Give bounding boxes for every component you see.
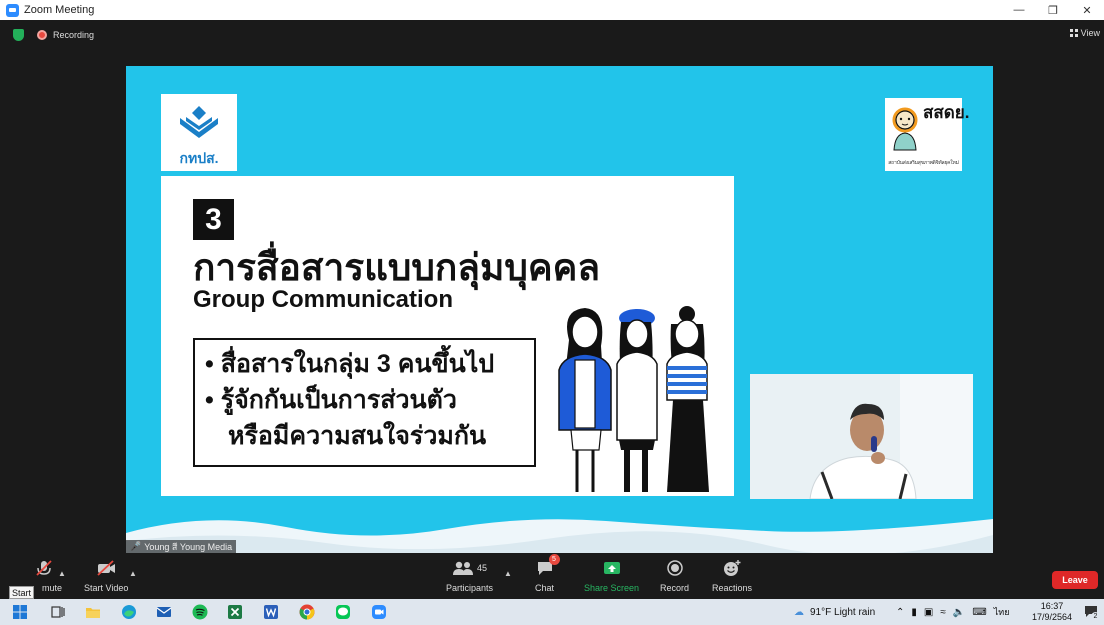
excel-icon[interactable]: [227, 604, 243, 620]
view-button[interactable]: View: [1069, 28, 1100, 38]
video-options-caret-icon[interactable]: ▲: [129, 569, 137, 578]
unmute-label: mute: [42, 583, 63, 593]
content-card: 3 การสื่อสารแบบกลุ่มบุคคล Group Communic…: [161, 176, 734, 496]
meeting-top-strip: [0, 20, 1104, 48]
participant-name-tag: 🎤 Young สี Young Media: [126, 540, 237, 553]
speaker-video-thumbnail[interactable]: [750, 374, 973, 499]
start-video-label: Start Video: [84, 583, 129, 593]
reactions-button[interactable]: Reactions: [712, 557, 752, 599]
org-logo-mark-icon: [180, 106, 218, 138]
zoom-taskbar-icon[interactable]: [371, 604, 387, 620]
chat-label: Chat: [535, 583, 555, 593]
notifications-button[interactable]: 2: [1084, 605, 1100, 621]
participant-name: Young สี Young Media: [144, 541, 233, 552]
keyboard-icon[interactable]: ⌨: [972, 607, 986, 618]
reactions-smiley-icon: [724, 560, 741, 576]
edge-browser-icon[interactable]: [121, 604, 137, 620]
grid-view-icon: [1069, 29, 1078, 37]
video-off-icon: [97, 560, 116, 576]
clock-date: 17/9/2564: [1031, 612, 1072, 622]
task-view-icon[interactable]: [50, 604, 66, 620]
word-icon[interactable]: [263, 604, 279, 620]
audio-options-caret-icon[interactable]: ▲: [58, 569, 66, 578]
window-controls: — ❐ ✕: [1002, 0, 1104, 20]
mail-icon[interactable]: [156, 604, 172, 620]
slide-title-english: Group Communication: [193, 286, 453, 313]
share-screen-label: Share Screen: [584, 583, 640, 593]
volume-icon[interactable]: 🔈: [953, 607, 965, 618]
show-hidden-icons-chevron-icon[interactable]: ⌃: [896, 607, 904, 618]
participants-count: 45: [477, 563, 488, 573]
participants-icon: [453, 561, 473, 575]
participants-button[interactable]: 45 Participants: [446, 557, 493, 599]
zoom-meeting-window: Zoom Meeting — ❐ ✕ Recording View กทปส.: [0, 0, 1104, 625]
start-video-button[interactable]: Start Video: [84, 557, 128, 599]
leave-button[interactable]: Leave: [1052, 571, 1098, 589]
rain-cloud-icon: ☁: [794, 606, 804, 618]
minimize-button[interactable]: —: [1002, 0, 1036, 20]
reactions-label: Reactions: [712, 583, 753, 593]
security-shield-icon[interactable]: [13, 29, 24, 41]
close-button[interactable]: ✕: [1070, 0, 1104, 20]
participants-options-caret-icon[interactable]: ▲: [504, 569, 512, 578]
zoom-app-icon: [6, 3, 19, 17]
restore-button[interactable]: ❐: [1036, 0, 1070, 20]
view-label: View: [1080, 28, 1100, 38]
mic-muted-icon: 🎤: [130, 541, 142, 551]
window-titlebar: Zoom Meeting — ❐ ✕: [0, 0, 1104, 20]
bullet-box: • สื่อสารในกลุ่ม 3 คนขึ้นไป • รู้จักกันเ…: [193, 338, 536, 467]
chat-unread-badge: 5: [548, 554, 560, 565]
org-name: กทปส.: [179, 150, 219, 166]
usb-drive-icon[interactable]: ▮: [911, 607, 917, 618]
windows-start-icon[interactable]: [12, 604, 28, 620]
wave-decoration: [126, 519, 993, 553]
wifi-icon[interactable]: ≈: [940, 607, 946, 618]
start-tooltip: Start: [9, 586, 35, 599]
weather-widget[interactable]: ☁ 91°F Light rain: [794, 599, 875, 625]
windows-taskbar: ☁ 91°F Light rain ⌃ ▮ ▣ ≈ 🔈 ⌨ ไทย 16:37 …: [0, 599, 1104, 625]
file-explorer-icon[interactable]: [85, 604, 101, 620]
partner-face-icon: [892, 107, 918, 151]
meeting-controls-bar: mute ▲ Start Video ▲ 45 Participants ▲ 5…: [0, 554, 1104, 599]
recording-label: Recording: [53, 30, 95, 40]
spotify-icon[interactable]: [192, 604, 208, 620]
window-title: Zoom Meeting: [24, 4, 95, 16]
weather-text: 91°F Light rain: [810, 606, 876, 618]
partner-short-name: สสดย.: [923, 103, 970, 122]
shared-screen-slide: กทปส. สสดย. สถาบันส่งเสริมสุขภาพดิจิทัลย…: [126, 66, 993, 553]
clock-time: 16:37: [1040, 601, 1064, 611]
taskbar-clock[interactable]: 16:37 17/9/2564: [1032, 601, 1072, 623]
line-app-icon[interactable]: [335, 604, 351, 620]
share-screen-button[interactable]: Share Screen: [584, 557, 639, 599]
record-label: Record: [660, 583, 690, 593]
bullet-item: • รู้จักกันเป็นการส่วนตัว: [205, 386, 457, 414]
system-tray: ⌃ ▮ ▣ ≈ 🔈 ⌨ ไทย: [896, 599, 1009, 625]
bullet-item: • สื่อสารในกลุ่ม 3 คนขึ้นไป: [205, 350, 495, 378]
notification-count: 2: [1091, 612, 1100, 621]
chrome-icon[interactable]: [299, 604, 315, 620]
record-icon: [666, 560, 683, 576]
speaker-figure: [750, 374, 973, 499]
chat-button[interactable]: 5 Chat: [535, 554, 560, 599]
share-screen-icon: [603, 562, 620, 574]
participants-label: Participants: [446, 583, 494, 593]
mic-off-icon: [36, 560, 52, 576]
tray-app-icon[interactable]: ▣: [924, 607, 933, 618]
partner-tagline: สถาบันส่งเสริมสุขภาพดิจิทัลยุคใหม่: [888, 160, 959, 166]
bullet-item-continued: หรือมีความสนใจร่วมกัน: [228, 422, 487, 450]
three-friends-illustration: [558, 306, 709, 492]
partner-logo: สสดย. สถาบันส่งเสริมสุขภาพดิจิทัลยุคใหม่: [885, 98, 970, 171]
recording-icon: [37, 30, 47, 40]
input-language[interactable]: ไทย: [994, 605, 1010, 619]
section-number: 3: [193, 199, 234, 240]
record-button[interactable]: Record: [660, 557, 689, 599]
org-logo: กทปส.: [161, 94, 237, 171]
